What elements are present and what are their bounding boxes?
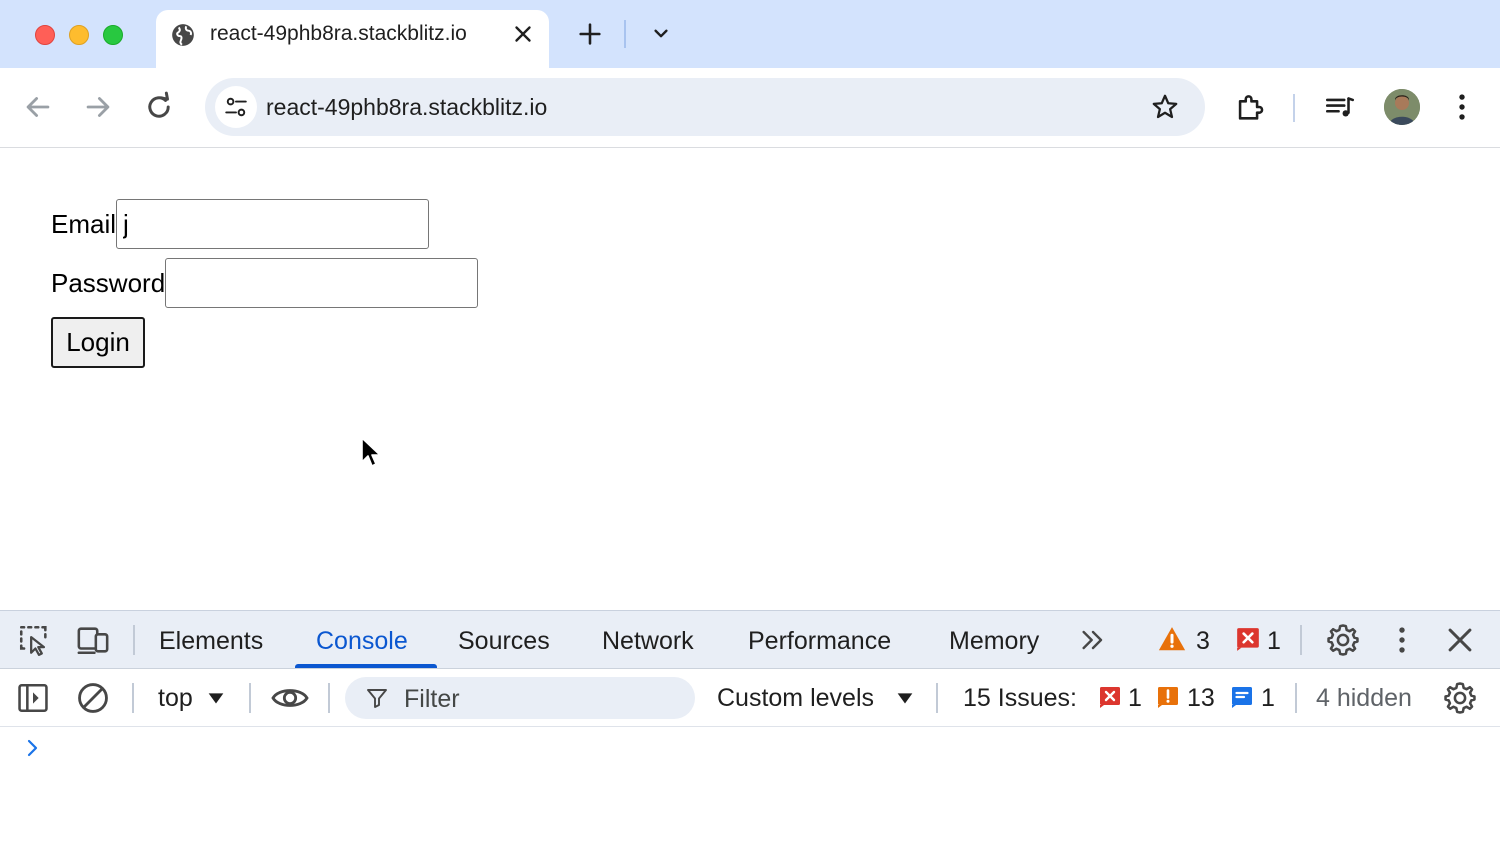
- context-dropdown-caret-icon[interactable]: [205, 687, 227, 709]
- levels-dropdown-caret-icon[interactable]: [894, 687, 916, 709]
- gear-icon[interactable]: [1326, 623, 1360, 657]
- context-selector-label[interactable]: top: [158, 684, 193, 713]
- minimize-window-button[interactable]: [69, 25, 89, 45]
- issue-info-icon: [1232, 687, 1252, 708]
- tab-elements[interactable]: Elements: [159, 627, 263, 656]
- tune-icon: [225, 97, 247, 117]
- devtools-panel: Elements Console Sources Network Perform…: [0, 610, 1500, 866]
- filter-placeholder: Filter: [404, 685, 460, 713]
- tab-strip-divider: [624, 20, 626, 48]
- error-icon[interactable]: [1235, 626, 1261, 652]
- tab-strip: react-49phb8ra.stackblitz.io: [0, 0, 1500, 68]
- avatar-photo-icon: [1384, 89, 1420, 125]
- error-count: 1: [1267, 627, 1281, 655]
- issue-warning-icon: [1158, 687, 1178, 708]
- new-tab-icon[interactable]: [576, 20, 604, 48]
- email-row: Email: [51, 198, 430, 250]
- email-input[interactable]: [116, 199, 430, 249]
- close-window-button[interactable]: [35, 25, 55, 45]
- browser-toolbar: react-49phb8ra.stackblitz.io: [0, 68, 1500, 148]
- eye-icon[interactable]: [269, 681, 311, 715]
- reload-icon[interactable]: [142, 90, 176, 124]
- log-levels-selector[interactable]: Custom levels: [717, 684, 874, 713]
- maximize-window-button[interactable]: [103, 25, 123, 45]
- back-arrow-icon[interactable]: [21, 90, 55, 124]
- address-bar-url: react-49phb8ra.stackblitz.io: [266, 94, 548, 120]
- console-divider: [1295, 683, 1297, 713]
- browser-tab-active[interactable]: react-49phb8ra.stackblitz.io: [156, 10, 549, 68]
- bookmark-star-icon[interactable]: [1150, 92, 1180, 122]
- browser-window: react-49phb8ra.stackblitz.io react-49phb…: [0, 0, 1500, 866]
- console-divider: [132, 683, 134, 713]
- issues-warning-count: 13: [1187, 684, 1215, 712]
- console-divider: [328, 683, 330, 713]
- mouse-pointer-icon: [361, 437, 381, 467]
- console-divider: [936, 683, 938, 713]
- warning-triangle-icon[interactable]: [1157, 624, 1187, 654]
- issues-label[interactable]: 15 Issues:: [963, 684, 1077, 713]
- globe-icon: [172, 24, 194, 46]
- console-filter-input[interactable]: Filter: [345, 677, 695, 719]
- profile-avatar[interactable]: [1384, 89, 1420, 125]
- warning-count: 3: [1196, 627, 1210, 655]
- active-tab-indicator: [295, 664, 437, 668]
- filter-funnel-icon: [367, 689, 387, 708]
- tab-search-chevron-down-icon[interactable]: [648, 20, 674, 48]
- hidden-messages-count: 4 hidden: [1316, 684, 1412, 712]
- device-toolbar-icon[interactable]: [76, 623, 110, 657]
- tab-sources[interactable]: Sources: [458, 627, 550, 656]
- issues-error-count: 1: [1128, 684, 1142, 712]
- tab-performance[interactable]: Performance: [748, 627, 891, 656]
- inspect-element-icon[interactable]: [17, 623, 51, 657]
- console-divider: [249, 683, 251, 713]
- devtools-divider: [1300, 625, 1302, 655]
- issues-info-count: 1: [1261, 684, 1275, 712]
- tab-network[interactable]: Network: [602, 627, 694, 656]
- devtools-tab-bar: Elements Console Sources Network Perform…: [0, 611, 1500, 669]
- toolbar-divider: [1293, 94, 1295, 122]
- tab-memory[interactable]: Memory: [949, 627, 1039, 656]
- console-toolbar: top Filter Custom levels 15 Issues: 1 13…: [0, 669, 1500, 727]
- close-tab-icon[interactable]: [510, 21, 536, 47]
- forward-arrow-icon[interactable]: [81, 90, 115, 124]
- devtools-more-vertical-dots-icon[interactable]: [1385, 623, 1419, 657]
- issue-error-icon: [1100, 687, 1120, 708]
- password-label: Password: [51, 267, 166, 298]
- site-info-button[interactable]: [215, 86, 257, 128]
- login-button[interactable]: Login: [51, 317, 145, 368]
- close-devtools-icon[interactable]: [1443, 623, 1477, 657]
- address-bar[interactable]: react-49phb8ra.stackblitz.io: [205, 78, 1205, 136]
- extensions-puzzle-icon[interactable]: [1233, 90, 1267, 124]
- devtools-divider: [133, 625, 135, 655]
- email-label: Email: [51, 208, 117, 239]
- tab-title: react-49phb8ra.stackblitz.io: [210, 22, 467, 45]
- console-prompt-chevron-icon[interactable]: [24, 737, 42, 759]
- console-settings-gear-icon[interactable]: [1443, 681, 1477, 715]
- tab-console[interactable]: Console: [316, 627, 408, 656]
- more-tabs-chevron-icon[interactable]: [1077, 623, 1109, 657]
- media-controls-icon[interactable]: [1323, 90, 1357, 124]
- password-input[interactable]: [165, 258, 479, 308]
- clear-console-icon[interactable]: [76, 681, 110, 715]
- web-page-content: Email Password Login: [0, 148, 1500, 610]
- password-row: Password: [51, 257, 479, 309]
- more-menu-vertical-dots-icon[interactable]: [1445, 90, 1479, 124]
- sidebar-toggle-icon[interactable]: [16, 681, 50, 715]
